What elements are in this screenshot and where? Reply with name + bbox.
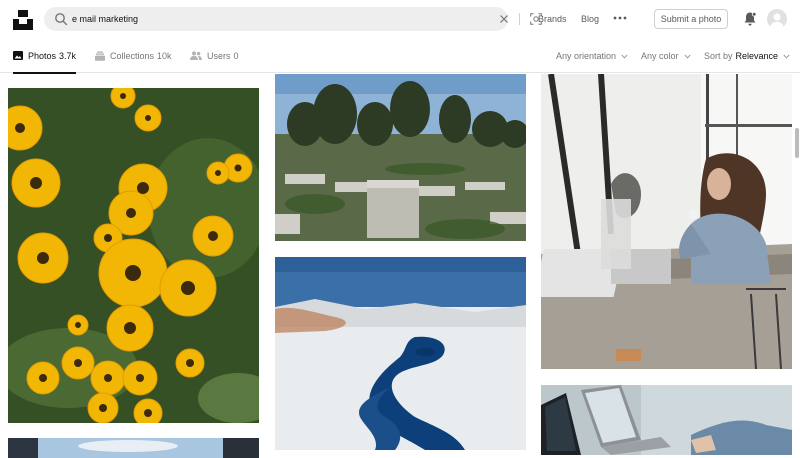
close-icon[interactable] <box>499 14 509 24</box>
photo-woman-image <box>541 74 792 369</box>
search-tabs-bar: Photos 3.7k Collections 10k Users 0 Any ori… <box>0 38 800 74</box>
tab-users-label: Users <box>207 50 231 61</box>
tab-collections-label: Collections <box>110 50 155 61</box>
photo-woman-working[interactable] <box>541 74 792 369</box>
search-input[interactable] <box>72 7 442 31</box>
sort-value: Relevance <box>735 51 779 61</box>
chevron-down-icon <box>621 54 628 59</box>
photo-laptops-image <box>541 385 792 455</box>
color-filter-label: Any color <box>641 51 679 61</box>
tab-users[interactable]: Users 0 <box>190 38 239 73</box>
search-bar <box>44 7 542 31</box>
users-icon <box>190 51 202 60</box>
chevron-down-icon <box>783 54 790 59</box>
tab-collections-count: 10k <box>157 50 172 61</box>
image-icon <box>13 51 23 60</box>
unsplash-logo-icon[interactable] <box>13 10 33 30</box>
tab-photos[interactable]: Photos 3.7k <box>13 38 77 74</box>
photo-cemetery-image <box>275 74 526 241</box>
submit-photo-button[interactable]: Submit a photo <box>654 9 728 29</box>
chevron-down-icon <box>683 54 691 59</box>
user-avatar[interactable] <box>767 9 787 29</box>
top-header: Brands Blog Submit a photo <box>0 0 800 38</box>
photo-yellow-flowers[interactable] <box>8 88 259 423</box>
nav-brands-link[interactable]: Brands <box>538 14 567 24</box>
photo-frozen-lake[interactable] <box>275 257 526 450</box>
stack-icon <box>95 51 105 61</box>
photo-flowers-image <box>8 88 259 423</box>
color-filter[interactable]: Any color <box>641 51 691 61</box>
tab-collections[interactable]: Collections 10k <box>95 38 172 73</box>
sort-prefix: Sort by <box>704 51 733 61</box>
tab-users-count: 0 <box>233 50 239 61</box>
tab-photos-label: Photos <box>28 50 57 61</box>
scrollbar-thumb[interactable] <box>795 128 799 158</box>
more-horizontal-icon[interactable] <box>613 15 627 21</box>
orientation-filter-label: Any orientation <box>556 51 617 61</box>
photo-city-buildings[interactable] <box>8 438 259 458</box>
photo-city-image <box>8 438 259 458</box>
notification-bell-icon[interactable] <box>743 11 757 27</box>
photo-cemetery[interactable] <box>275 74 526 241</box>
search-divider <box>519 13 520 25</box>
sort-filter[interactable]: Sort by Relevance <box>704 51 790 61</box>
orientation-filter[interactable]: Any orientation <box>556 51 628 61</box>
photo-lake-image <box>275 257 526 450</box>
tab-photos-count: 3.7k <box>59 50 77 61</box>
search-icon[interactable] <box>54 12 68 26</box>
avatar-silhouette-icon <box>770 13 784 29</box>
photo-laptops-desk[interactable] <box>541 385 792 455</box>
nav-blog-link[interactable]: Blog <box>581 14 599 24</box>
